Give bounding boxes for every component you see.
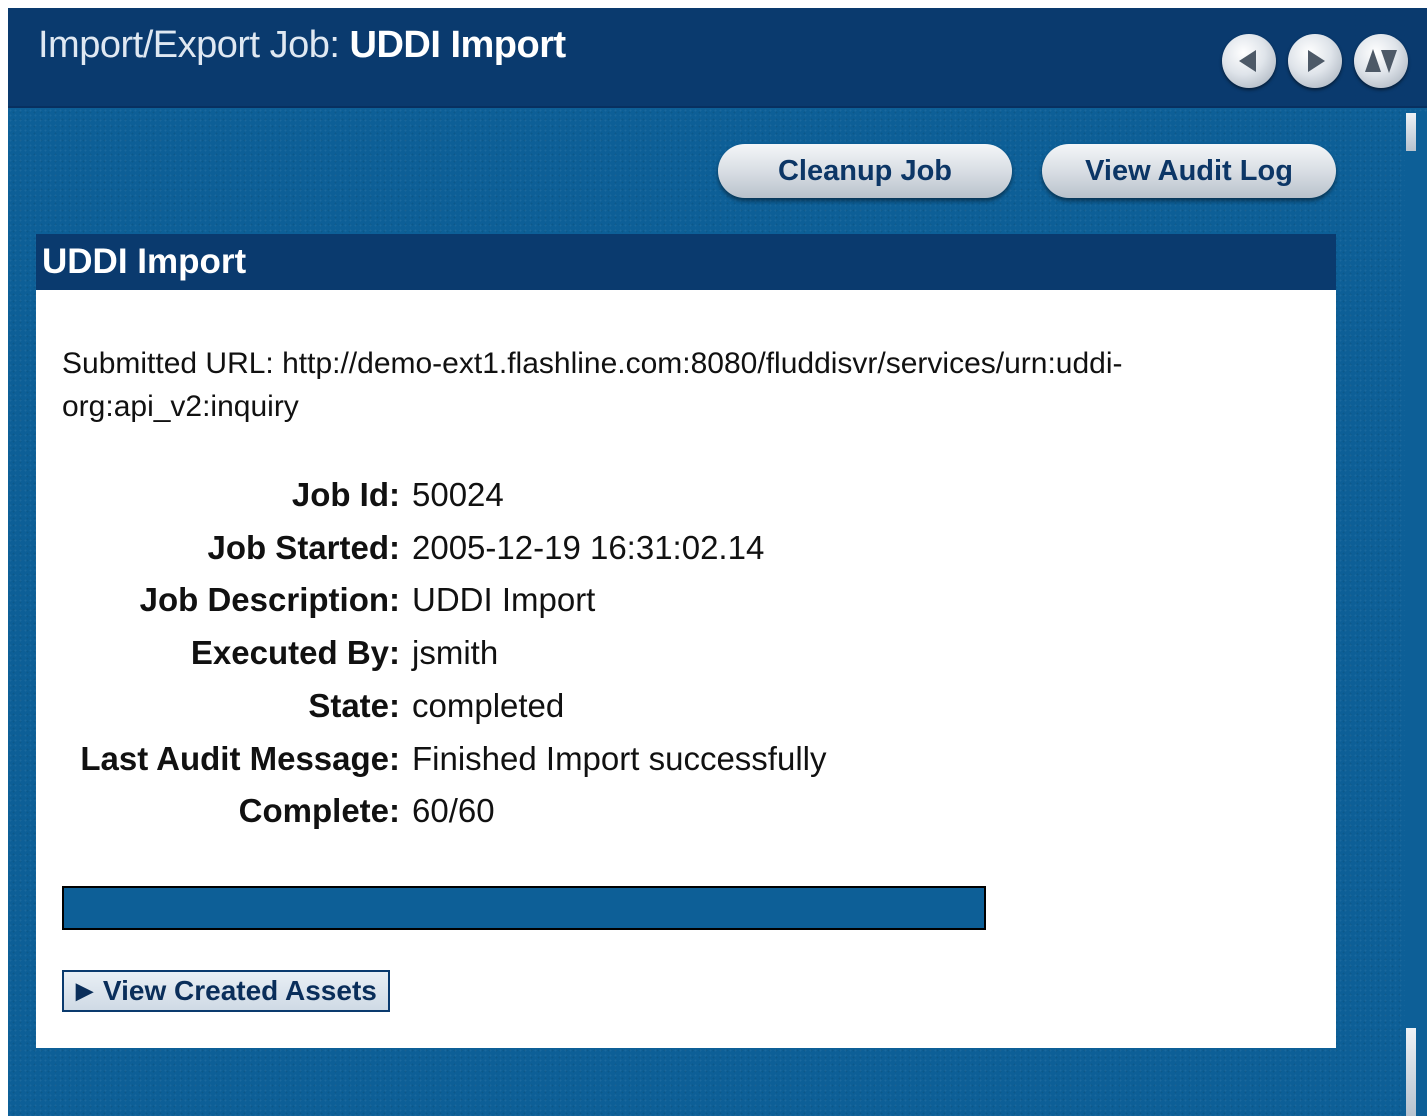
- detail-row: Job Started: 2005-12-19 16:31:02.14: [36, 529, 1336, 581]
- detail-label: Complete:: [238, 792, 400, 830]
- detail-row: Executed By: jsmith: [36, 634, 1336, 686]
- detail-label: Job Description:: [139, 581, 400, 619]
- detail-label: Job Started:: [207, 528, 400, 566]
- window-title-job-name: UDDI Import: [349, 24, 567, 66]
- job-progress-bar: [62, 886, 986, 930]
- detail-row: State: completed: [36, 687, 1336, 739]
- detail-label: Job Id:: [291, 476, 400, 513]
- back-button[interactable]: [1222, 34, 1276, 88]
- detail-value: 2005-12-19 16:31:02.14: [412, 528, 765, 566]
- view-audit-log-button[interactable]: View Audit Log: [1042, 144, 1336, 198]
- submitted-url-text: Submitted URL: http://demo-ext1.flashlin…: [62, 347, 1123, 423]
- detail-value: 50024: [412, 476, 504, 513]
- job-progress-fill: [64, 888, 984, 928]
- detail-label: Last Audit Message:: [80, 739, 400, 777]
- detail-value: Finished Import successfully: [412, 739, 827, 777]
- detail-value: completed: [412, 686, 565, 724]
- detail-row: Complete: 60/60: [36, 792, 1336, 844]
- window-title-prefix: Import/Export Job:: [38, 24, 350, 66]
- detail-row: Job Id: 50024: [36, 476, 1336, 528]
- cleanup-job-button[interactable]: Cleanup Job: [718, 144, 1012, 198]
- back-arrow-icon: [1239, 50, 1256, 72]
- collapse-toggle-button[interactable]: [1354, 34, 1408, 88]
- panel-title: UDDI Import: [36, 234, 1336, 290]
- forward-button[interactable]: [1288, 34, 1342, 88]
- scroll-up-arrow[interactable]: [1406, 113, 1416, 151]
- view-created-assets-button[interactable]: ▶ View Created Assets: [62, 970, 390, 1012]
- detail-label: Executed By:: [190, 634, 400, 672]
- detail-row: Job Description: UDDI Import: [36, 581, 1336, 633]
- view-created-assets-label: View Created Assets: [102, 975, 377, 1006]
- collapse-toggle-icon: [1365, 49, 1397, 73]
- detail-label: State:: [308, 686, 400, 724]
- expand-triangle-icon: ▶: [76, 978, 93, 1003]
- window-title: Import/Export Job: UDDI Import: [38, 24, 566, 67]
- detail-row: Last Audit Message: Finished Import succe…: [36, 740, 1336, 792]
- detail-value: 60/60: [412, 792, 495, 830]
- scroll-thumb[interactable]: [1406, 1028, 1416, 1116]
- detail-value: UDDI Import: [412, 581, 596, 619]
- forward-arrow-icon: [1308, 50, 1325, 72]
- title-bar: Import/Export Job: UDDI Import: [8, 8, 1427, 108]
- detail-value: jsmith: [412, 634, 499, 672]
- vertical-scrollbar[interactable]: [1405, 112, 1427, 1116]
- job-details-panel: Submitted URL: http://demo-ext1.flashlin…: [36, 290, 1336, 1048]
